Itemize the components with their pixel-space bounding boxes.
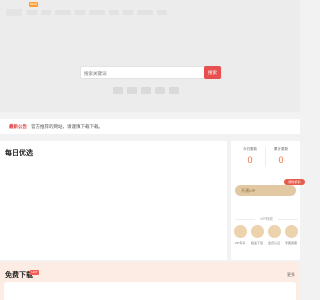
top-navigation: NEW (0, 0, 300, 26)
notice-bar: 最新公告 官方推荐的网站，请谨慎下载下载。 (0, 119, 300, 134)
today-updates-value: 0 (247, 155, 253, 165)
hot-tag[interactable] (141, 87, 151, 94)
hot-tag[interactable] (169, 87, 179, 94)
daily-picks-title: 每日优选 (5, 150, 33, 157)
hot-tags (113, 87, 179, 94)
free-download-title: 免费下载 (5, 272, 33, 279)
today-updates-label: 今日更新 (243, 147, 257, 151)
nav-item[interactable] (137, 10, 153, 15)
perk-label: 极速下载 (250, 241, 263, 245)
notice-label: 最新公告 (9, 124, 27, 129)
new-badge: NEW (29, 2, 38, 7)
total-updates-value: 0 (278, 155, 284, 165)
perk-item[interactable]: 专属客服 (284, 225, 298, 245)
perk-item[interactable]: VIP专享 (233, 225, 247, 245)
search-button[interactable]: 搜索 (204, 66, 221, 79)
notice-text[interactable]: 官方推荐的网站，请谨慎下载下载。 (31, 124, 103, 130)
perk-label: VIP专享 (234, 241, 246, 245)
hot-tag[interactable] (113, 87, 123, 94)
search-bar: 搜索 (80, 66, 222, 79)
hot-badge: HOT (30, 270, 39, 275)
nav-menu (27, 10, 167, 15)
nav-item[interactable] (75, 10, 85, 15)
site-logo[interactable] (6, 9, 22, 16)
nav-item[interactable] (55, 10, 71, 15)
more-link[interactable]: 更多 (287, 272, 295, 278)
nav-item[interactable] (157, 10, 167, 15)
perk-icon (284, 225, 298, 238)
nav-item[interactable] (27, 10, 37, 15)
vip-perks: VIP专享 极速下载 会员认证 专属客服 (233, 225, 298, 245)
free-download-card (4, 282, 296, 300)
nav-item[interactable] (41, 10, 51, 15)
search-input[interactable] (84, 69, 194, 77)
side-panel: 今日更新 0 累计更新 0 限时折扣 开通VIP VIP特权 VIP专享 极速下… (231, 141, 305, 260)
nav-item[interactable] (109, 10, 119, 15)
perk-icon (250, 225, 264, 238)
perk-item[interactable]: 极速下载 (250, 225, 264, 245)
hero-banner: NEW 搜索 (0, 0, 300, 112)
total-updates: 累计更新 0 (266, 147, 296, 165)
free-download-section: 免费下载 HOT 更多 (0, 262, 300, 300)
hot-tag[interactable] (127, 87, 137, 94)
perk-icon (233, 225, 247, 238)
total-updates-label: 累计更新 (274, 147, 288, 151)
nav-item[interactable] (89, 10, 105, 15)
perk-label: 会员认证 (267, 241, 280, 245)
perk-label: 专属客服 (284, 241, 297, 245)
vip-button[interactable]: 开通VIP (235, 185, 296, 196)
daily-picks-panel: 每日优选 (0, 141, 227, 260)
today-updates: 今日更新 0 (235, 147, 265, 165)
perk-item[interactable]: 会员认证 (267, 225, 281, 245)
hot-tag[interactable] (155, 87, 165, 94)
perk-icon (267, 225, 281, 238)
nav-item[interactable] (123, 10, 133, 15)
vip-privileges-label: VIP特权 (235, 217, 298, 222)
